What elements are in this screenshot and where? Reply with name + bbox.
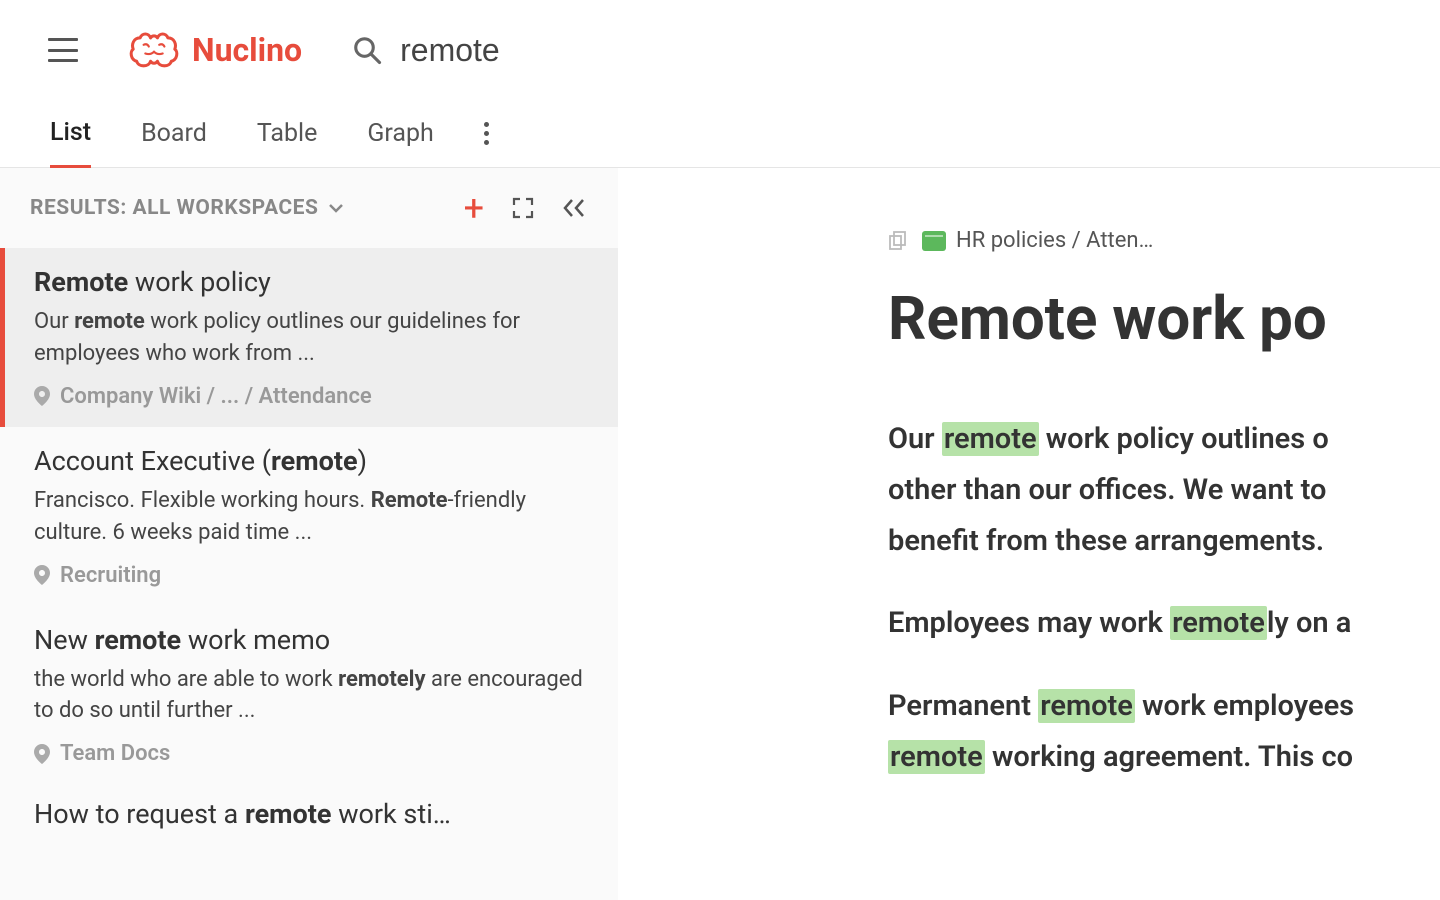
highlight: remote — [1038, 689, 1135, 723]
result-title: Remote work policy — [34, 266, 588, 298]
location-icon — [34, 386, 50, 406]
tab-graph[interactable]: Graph — [367, 101, 433, 166]
result-snippet: Francisco. Flexible working hours. Remot… — [34, 485, 588, 549]
chevron-down-icon — [328, 200, 344, 216]
highlight: remote — [942, 422, 1039, 456]
breadcrumb[interactable]: HR policies / Atten… — [888, 228, 1440, 253]
search-result[interactable]: Account Executive (remote) Francisco. Fle… — [0, 427, 618, 606]
collapse-icon[interactable] — [562, 197, 588, 219]
highlight: remote — [888, 740, 985, 774]
search-result[interactable]: How to request a remote work sti… — [0, 784, 618, 830]
result-path: Team Docs — [34, 741, 588, 766]
result-path: Recruiting — [34, 563, 588, 588]
search-icon[interactable] — [352, 35, 382, 65]
paragraph: Our remote work policy outlines o other … — [888, 414, 1440, 566]
result-snippet: Our remote work policy outlines our guid… — [34, 306, 588, 370]
brand-name: Nuclino — [192, 31, 302, 69]
document-title: Remote work po — [888, 283, 1440, 354]
results-scope-label: RESULTS: ALL WORKSPACES — [30, 196, 318, 220]
result-title: How to request a remote work sti… — [34, 798, 588, 830]
logo[interactable]: Nuclino — [128, 30, 302, 70]
paragraph: Employees may work remotely on a — [888, 598, 1440, 649]
search — [352, 32, 800, 69]
paragraph: Permanent remote work employees remote w… — [888, 681, 1440, 783]
document-view: HR policies / Atten… Remote work po Our … — [618, 168, 1440, 900]
results-scope-dropdown[interactable]: RESULTS: ALL WORKSPACES — [30, 196, 344, 220]
location-icon — [34, 744, 50, 764]
result-title: Account Executive (remote) — [34, 445, 588, 477]
results-header: RESULTS: ALL WORKSPACES + — [0, 168, 618, 248]
search-input[interactable] — [400, 32, 800, 69]
tab-list[interactable]: List — [50, 100, 91, 169]
search-result[interactable]: New remote work memo the world who are ab… — [0, 606, 618, 785]
more-icon[interactable] — [484, 122, 489, 145]
folder-icon — [922, 231, 946, 251]
expand-icon[interactable] — [512, 197, 534, 219]
result-snippet: the world who are able to work remotely … — [34, 664, 588, 728]
tab-board[interactable]: Board — [141, 101, 207, 166]
topbar: Nuclino — [0, 0, 1440, 100]
copy-icon — [888, 231, 908, 251]
result-path: Company Wiki / ... / Attendance — [34, 384, 588, 409]
location-icon — [34, 565, 50, 585]
add-icon[interactable]: + — [464, 190, 484, 226]
view-tabs: List Board Table Graph — [0, 100, 1440, 168]
menu-icon[interactable] — [48, 38, 78, 62]
highlight: remote — [1170, 606, 1267, 640]
results-sidebar: RESULTS: ALL WORKSPACES + Remote work po… — [0, 168, 618, 900]
tab-table[interactable]: Table — [257, 101, 318, 166]
breadcrumb-text: HR policies / Atten… — [956, 228, 1153, 253]
search-result[interactable]: Remote work policy Our remote work policy… — [0, 248, 618, 427]
brain-icon — [128, 30, 180, 70]
document-body: Our remote work policy outlines o other … — [888, 414, 1440, 783]
result-title: New remote work memo — [34, 624, 588, 656]
